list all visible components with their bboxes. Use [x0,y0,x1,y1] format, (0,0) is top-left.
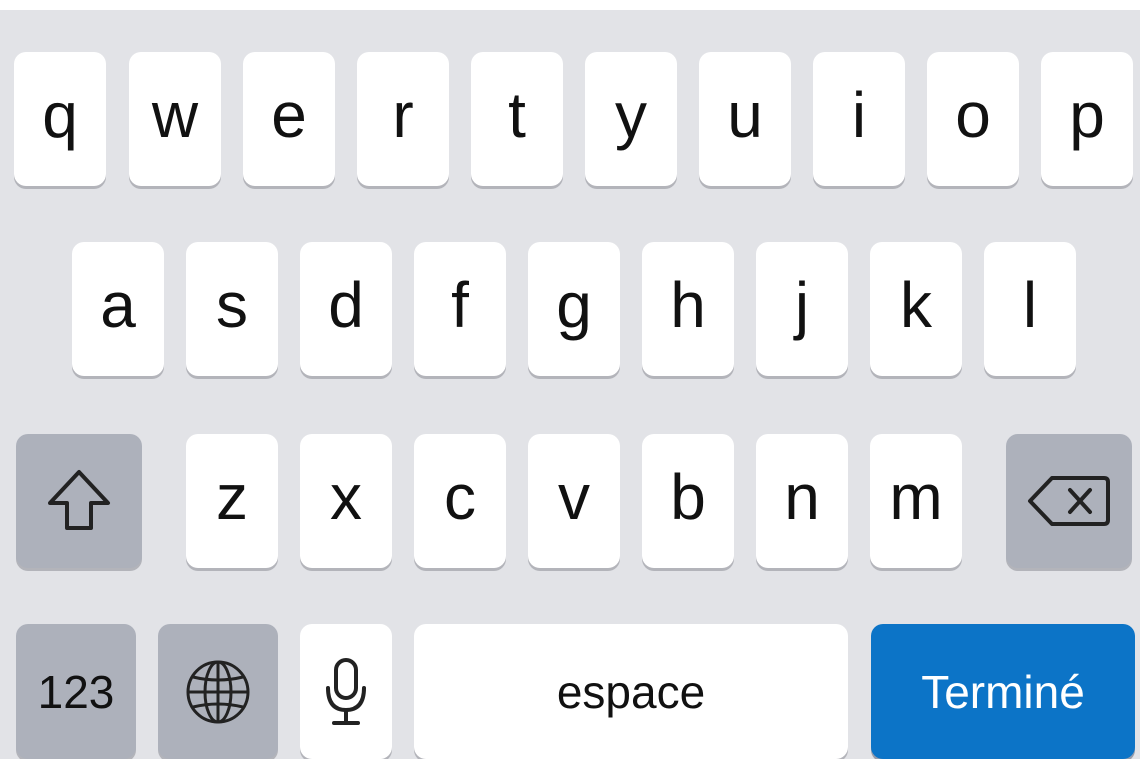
key-label: q [42,79,78,151]
key-y[interactable]: y [585,52,677,186]
key-h[interactable]: h [642,242,734,376]
key-label: e [271,79,307,151]
key-label: h [670,269,706,341]
key-t[interactable]: t [471,52,563,186]
key-v[interactable]: v [528,434,620,568]
key-label: f [451,269,469,341]
key-label: j [794,269,810,341]
numbers-key[interactable]: 123 [16,624,136,759]
key-l[interactable]: l [984,242,1076,376]
key-label: a [100,269,136,341]
key-f[interactable]: f [414,242,506,376]
delete-key[interactable] [1006,434,1132,568]
key-label: x [330,461,362,533]
virtual-keyboard: q w e r t y u i o p a s d f g h j k l z … [0,10,1140,759]
shift-arrow-icon [40,462,118,540]
key-label: c [444,461,476,533]
key-b[interactable]: b [642,434,734,568]
microphone-icon [322,656,370,728]
globe-key[interactable] [158,624,278,759]
key-z[interactable]: z [186,434,278,568]
space-key[interactable]: espace [414,624,848,759]
done-key[interactable]: Terminé [871,624,1135,759]
key-a[interactable]: a [72,242,164,376]
key-w[interactable]: w [129,52,221,186]
key-label: p [1069,79,1105,151]
key-label: i [851,79,867,151]
key-u[interactable]: u [699,52,791,186]
key-i[interactable]: i [813,52,905,186]
key-label: d [328,269,364,341]
key-label: z [216,461,248,533]
key-label: n [784,461,820,533]
key-s[interactable]: s [186,242,278,376]
backspace-icon [1024,470,1114,532]
key-g[interactable]: g [528,242,620,376]
key-label: u [727,79,763,151]
numbers-label: 123 [37,665,115,718]
space-label: espace [556,665,706,718]
key-label: o [955,79,991,151]
key-k[interactable]: k [870,242,962,376]
key-label: r [392,79,414,151]
globe-icon [182,656,254,728]
key-x[interactable]: x [300,434,392,568]
key-label: t [508,79,526,151]
key-j[interactable]: j [756,242,848,376]
key-c[interactable]: c [414,434,506,568]
key-p[interactable]: p [1041,52,1133,186]
key-d[interactable]: d [300,242,392,376]
shift-key[interactable] [16,434,142,568]
key-e[interactable]: e [243,52,335,186]
key-o[interactable]: o [927,52,1019,186]
key-label: y [615,79,647,151]
key-label: g [556,269,592,341]
key-label: s [216,269,248,341]
key-label: b [670,461,706,533]
key-label: k [900,269,932,341]
microphone-key[interactable] [300,624,392,759]
key-m[interactable]: m [870,434,962,568]
key-label: l [1022,269,1038,341]
key-n[interactable]: n [756,434,848,568]
key-q[interactable]: q [14,52,106,186]
key-label: w [151,79,199,151]
key-r[interactable]: r [357,52,449,186]
key-label: v [558,461,590,533]
key-label: m [889,461,943,533]
done-label: Terminé [921,665,1085,718]
